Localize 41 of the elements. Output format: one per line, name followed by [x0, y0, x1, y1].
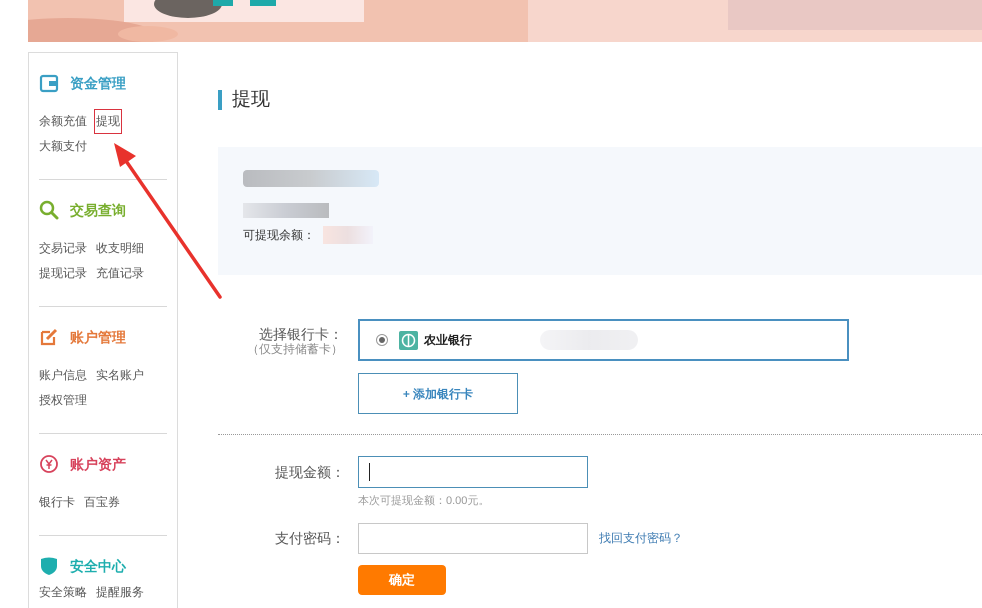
bank-logo-icon — [399, 330, 418, 350]
section-title: 账户资产 — [70, 454, 126, 474]
bank-name: 农业银行 — [424, 332, 472, 349]
section-icon — [39, 556, 59, 576]
balance-label: 可提现余额： — [243, 227, 315, 244]
section-title: 安全中心 — [70, 556, 126, 576]
sidebar-link[interactable]: 余额充值 — [37, 109, 89, 134]
sidebar-link[interactable]: 安全策略 — [37, 584, 89, 601]
page-title: 提现 — [232, 88, 270, 112]
sidebar-link[interactable]: 实名账户 — [94, 363, 146, 388]
sidebar-link[interactable]: 交易记录 — [37, 236, 89, 261]
section-icon — [39, 200, 59, 220]
password-input[interactable] — [358, 522, 588, 554]
sidebar-link[interactable]: 收支明细 — [94, 236, 146, 261]
section-title: 账户管理 — [70, 328, 126, 346]
section-icon — [39, 327, 59, 347]
sidebar-link[interactable]: 提现记录 — [37, 261, 89, 286]
bank-card-option[interactable]: 农业银行 — [358, 319, 849, 361]
sidebar-link[interactable]: 账户信息 — [37, 363, 89, 388]
sidebar-link[interactable]: 银行卡 — [37, 490, 77, 515]
sidebar-link[interactable]: 大额支付 — [37, 134, 89, 159]
sidebar-link[interactable]: 充值记录 — [94, 261, 146, 286]
section-title: 交易查询 — [70, 200, 126, 220]
sidebar-link[interactable]: 提醒服务 — [94, 584, 146, 601]
text-cursor — [369, 463, 370, 481]
section-icon — [39, 73, 59, 93]
sidebar-link[interactable]: 提现 — [94, 109, 122, 134]
field-label: 提现金额： — [274, 463, 345, 482]
radio-button[interactable] — [376, 334, 388, 346]
field-hint: 本次可提现金额：0.00元。 — [358, 494, 490, 509]
field-label: 选择银行卡： — [258, 326, 343, 342]
field-label: 支付密码： — [274, 528, 345, 548]
section-icon — [39, 454, 59, 474]
add-card-button[interactable]: + 添加银行卡 — [358, 373, 518, 414]
blurred-block — [323, 226, 373, 244]
sidebar-link[interactable]: 百宝券 — [82, 490, 122, 515]
field-note: （仅支持储蓄卡） — [246, 342, 343, 356]
forgot-password-link[interactable]: 找回支付密码？ — [599, 529, 683, 547]
amount-input[interactable] — [358, 456, 588, 488]
sidebar-link[interactable]: 授权管理 — [37, 388, 89, 413]
section-title: 资金管理 — [70, 74, 126, 92]
